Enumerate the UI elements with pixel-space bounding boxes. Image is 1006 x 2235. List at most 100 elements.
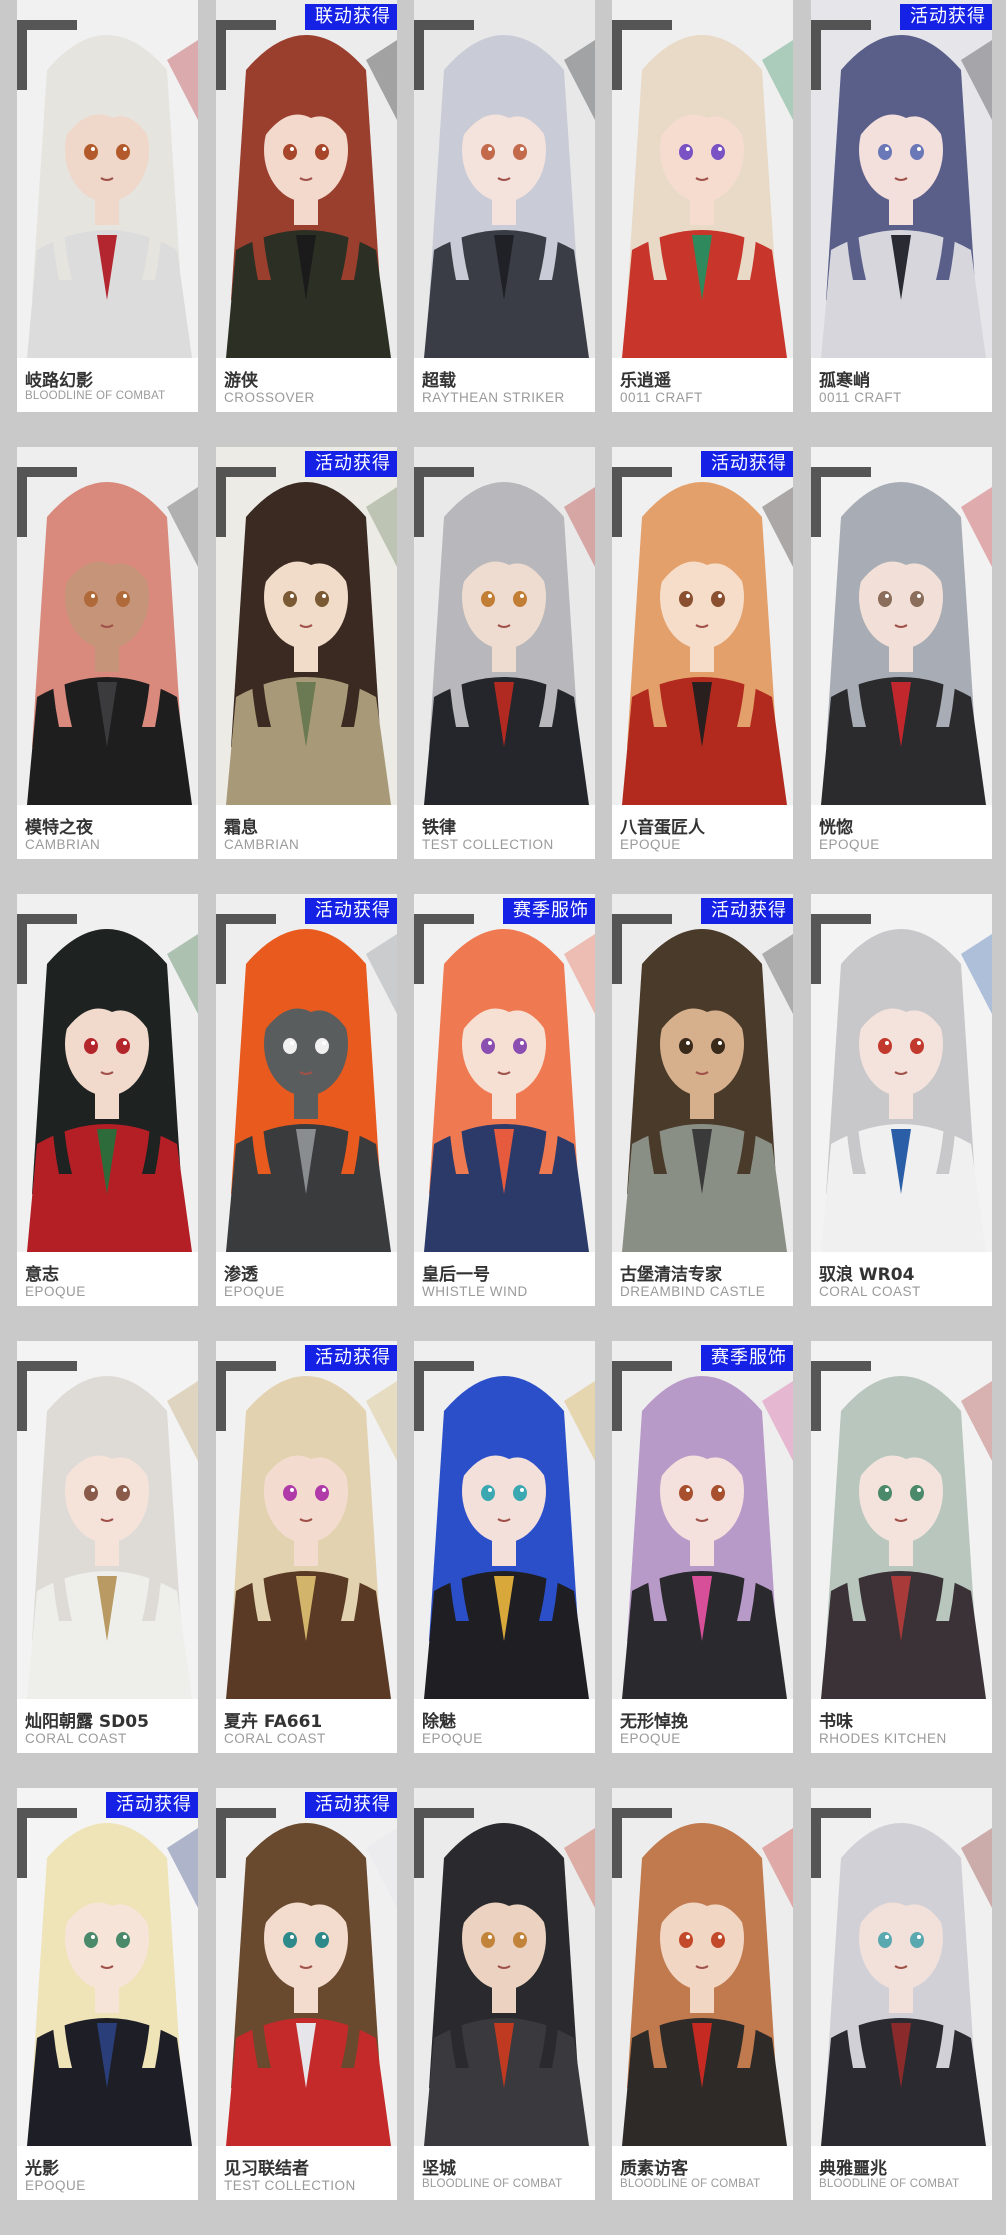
skin-artwork: 活动获得 xyxy=(17,1788,198,2146)
skin-card[interactable]: 驭浪 WR04 CORAL COAST xyxy=(811,894,992,1306)
skin-series: CORAL COAST xyxy=(224,1731,326,1746)
skin-name: 模特之夜 xyxy=(25,818,93,838)
skin-artwork: 活动获得 xyxy=(612,894,793,1252)
skin-name: 坚城 xyxy=(422,2159,456,2179)
skin-name: 灿阳朝露 SD05 xyxy=(25,1712,149,1732)
skin-artwork xyxy=(414,1341,595,1699)
skin-card[interactable]: 赛季服饰皇后一号 WHISTLE WIND xyxy=(414,894,595,1306)
cat-ear-cap-operator-icon xyxy=(216,0,397,358)
skin-card[interactable]: 意志 EPOQUE xyxy=(17,894,198,1306)
skin-caption: 典雅噩兆 BLOODLINE OF COMBAT xyxy=(811,2146,992,2200)
skin-series: EPOQUE xyxy=(819,837,880,852)
skin-card[interactable]: 活动获得见习联结者 TEST COLLECTION xyxy=(216,1788,397,2200)
umbrella-operator-portrait-icon xyxy=(811,0,992,358)
skin-card[interactable]: 活动获得 孤寒峭 0011 CRAFT xyxy=(811,0,992,412)
skin-series: 0011 CRAFT xyxy=(620,390,703,405)
skin-artwork xyxy=(612,1788,793,2146)
skin-series: CORAL COAST xyxy=(25,1731,127,1746)
wolf-ear-operator-icon xyxy=(17,894,198,1252)
skin-name: 无形悼挽 xyxy=(620,1712,688,1732)
skin-series: EPOQUE xyxy=(620,837,681,852)
skin-series: EPOQUE xyxy=(25,2178,86,2193)
skin-name: 八音蛋匠人 xyxy=(620,818,705,838)
skin-card[interactable]: 坚城 BLOODLINE OF COMBAT xyxy=(414,1788,595,2200)
skin-card[interactable]: 乐逍遥 0011 CRAFT xyxy=(612,0,793,412)
skin-name: 见习联结者 xyxy=(224,2159,309,2179)
acquisition-badge: 活动获得 xyxy=(701,451,793,477)
skin-caption: 铁律 TEST COLLECTION xyxy=(414,805,595,859)
acquisition-badge: 活动获得 xyxy=(106,1792,198,1818)
skin-card[interactable]: 活动获得 古堡清洁专家 DREAMBIND CASTLE xyxy=(612,894,793,1306)
skin-caption: 光影 EPOQUE xyxy=(17,2146,198,2200)
skin-card[interactable]: 活动获得 霜息 CAMBRIAN xyxy=(216,447,397,859)
skin-name: 铁律 xyxy=(422,818,456,838)
acquisition-badge: 活动获得 xyxy=(701,898,793,924)
skin-card[interactable]: 质素访客 BLOODLINE OF COMBAT xyxy=(612,1788,793,2200)
bear-ear-book-operator-icon xyxy=(811,1341,992,1699)
masked-operator-portrait-icon xyxy=(216,894,397,1252)
acquisition-badge: 赛季服饰 xyxy=(503,898,595,924)
skin-card[interactable]: 超载 RAYTHEAN STRIKER xyxy=(414,0,595,412)
skin-name: 恍惚 xyxy=(819,818,853,838)
skin-card[interactable]: 联动获得 游侠 CROSSOVER xyxy=(216,0,397,412)
beret-operator-portrait-icon xyxy=(17,447,198,805)
acquisition-badge: 活动获得 xyxy=(305,898,397,924)
headphone-operator-portrait-icon xyxy=(811,447,992,805)
skin-name: 书味 xyxy=(819,1712,853,1732)
acquisition-badge: 活动获得 xyxy=(305,1345,397,1371)
skin-caption: 夏卉 FA661 CORAL COAST xyxy=(216,1699,397,1753)
acquisition-badge: 赛季服饰 xyxy=(701,1345,793,1371)
halo-operator-portrait-icon xyxy=(414,1341,595,1699)
skin-card[interactable]: 活动获得渗透 EPOQUE xyxy=(216,894,397,1306)
skin-artwork: 活动获得 xyxy=(216,447,397,805)
skin-card[interactable]: 除魅 EPOQUE xyxy=(414,1341,595,1753)
skin-card[interactable]: 赛季服饰无形悼挽 EPOQUE xyxy=(612,1341,793,1753)
skin-card[interactable]: 典雅噩兆 BLOODLINE OF COMBAT xyxy=(811,1788,992,2200)
skin-card[interactable]: 活动获得夏卉 FA661 CORAL COAST xyxy=(216,1341,397,1753)
skin-caption: 岐路幻影 BLOODLINE OF COMBAT xyxy=(17,358,198,412)
skin-card[interactable]: 恍惚 EPOQUE xyxy=(811,447,992,859)
winged-operator-portrait-icon xyxy=(17,0,198,358)
skin-caption: 模特之夜 CAMBRIAN xyxy=(17,805,198,859)
skin-artwork xyxy=(414,1788,595,2146)
skin-card[interactable]: 活动获得八音蛋匠人 EPOQUE xyxy=(612,447,793,859)
skin-card[interactable]: 岐路幻影 BLOODLINE OF COMBAT xyxy=(17,0,198,412)
skin-series: CAMBRIAN xyxy=(25,837,101,852)
skin-caption: 灿阳朝露 SD05 CORAL COAST xyxy=(17,1699,198,1753)
skin-series: TEST COLLECTION xyxy=(224,2178,356,2193)
swimsuit-operator-portrait-icon xyxy=(811,894,992,1252)
fez-hat-operator-icon xyxy=(612,447,793,805)
skin-artwork xyxy=(811,1341,992,1699)
skin-artwork: 活动获得 xyxy=(811,0,992,358)
skin-caption: 乐逍遥 0011 CRAFT xyxy=(612,358,793,412)
acquisition-badge: 活动获得 xyxy=(305,451,397,477)
laurel-crown-operator-icon xyxy=(17,1341,198,1699)
skin-caption: 除魅 EPOQUE xyxy=(414,1699,595,1753)
skin-caption: 超载 RAYTHEAN STRIKER xyxy=(414,358,595,412)
skin-caption: 渗透 EPOQUE xyxy=(216,1252,397,1306)
skin-card[interactable]: 活动获得光影 EPOQUE xyxy=(17,1788,198,2200)
skin-series: BLOODLINE OF COMBAT xyxy=(422,2178,563,2190)
skin-artwork xyxy=(17,1341,198,1699)
skin-artwork xyxy=(414,0,595,358)
skin-artwork: 活动获得 xyxy=(612,447,793,805)
acquisition-badge: 活动获得 xyxy=(305,1792,397,1818)
twin-tail-operator-icon xyxy=(612,1788,793,2146)
straw-hat-operator-icon xyxy=(216,1341,397,1699)
skin-caption: 皇后一号 WHISTLE WIND xyxy=(414,1252,595,1306)
skin-card[interactable]: 铁律 TEST COLLECTION xyxy=(414,447,595,859)
skin-artwork: 联动获得 xyxy=(216,0,397,358)
skin-card[interactable]: 灿阳朝露 SD05 CORAL COAST xyxy=(17,1341,198,1753)
skin-artwork xyxy=(612,0,793,358)
skin-card[interactable]: 模特之夜 CAMBRIAN xyxy=(17,447,198,859)
skin-name: 渗透 xyxy=(224,1265,258,1285)
skin-caption: 孤寒峭 0011 CRAFT xyxy=(811,358,992,412)
acquisition-badge: 联动获得 xyxy=(305,4,397,30)
skin-series: CORAL COAST xyxy=(819,1284,921,1299)
skin-card[interactable]: 书味 RHODES KITCHEN xyxy=(811,1341,992,1753)
skin-series: EPOQUE xyxy=(620,1731,681,1746)
captain-hat-operator-icon xyxy=(414,894,595,1252)
katana-operator-portrait-icon xyxy=(414,1788,595,2146)
skin-series: RAYTHEAN STRIKER xyxy=(422,390,565,405)
skin-name: 夏卉 FA661 xyxy=(224,1712,323,1732)
